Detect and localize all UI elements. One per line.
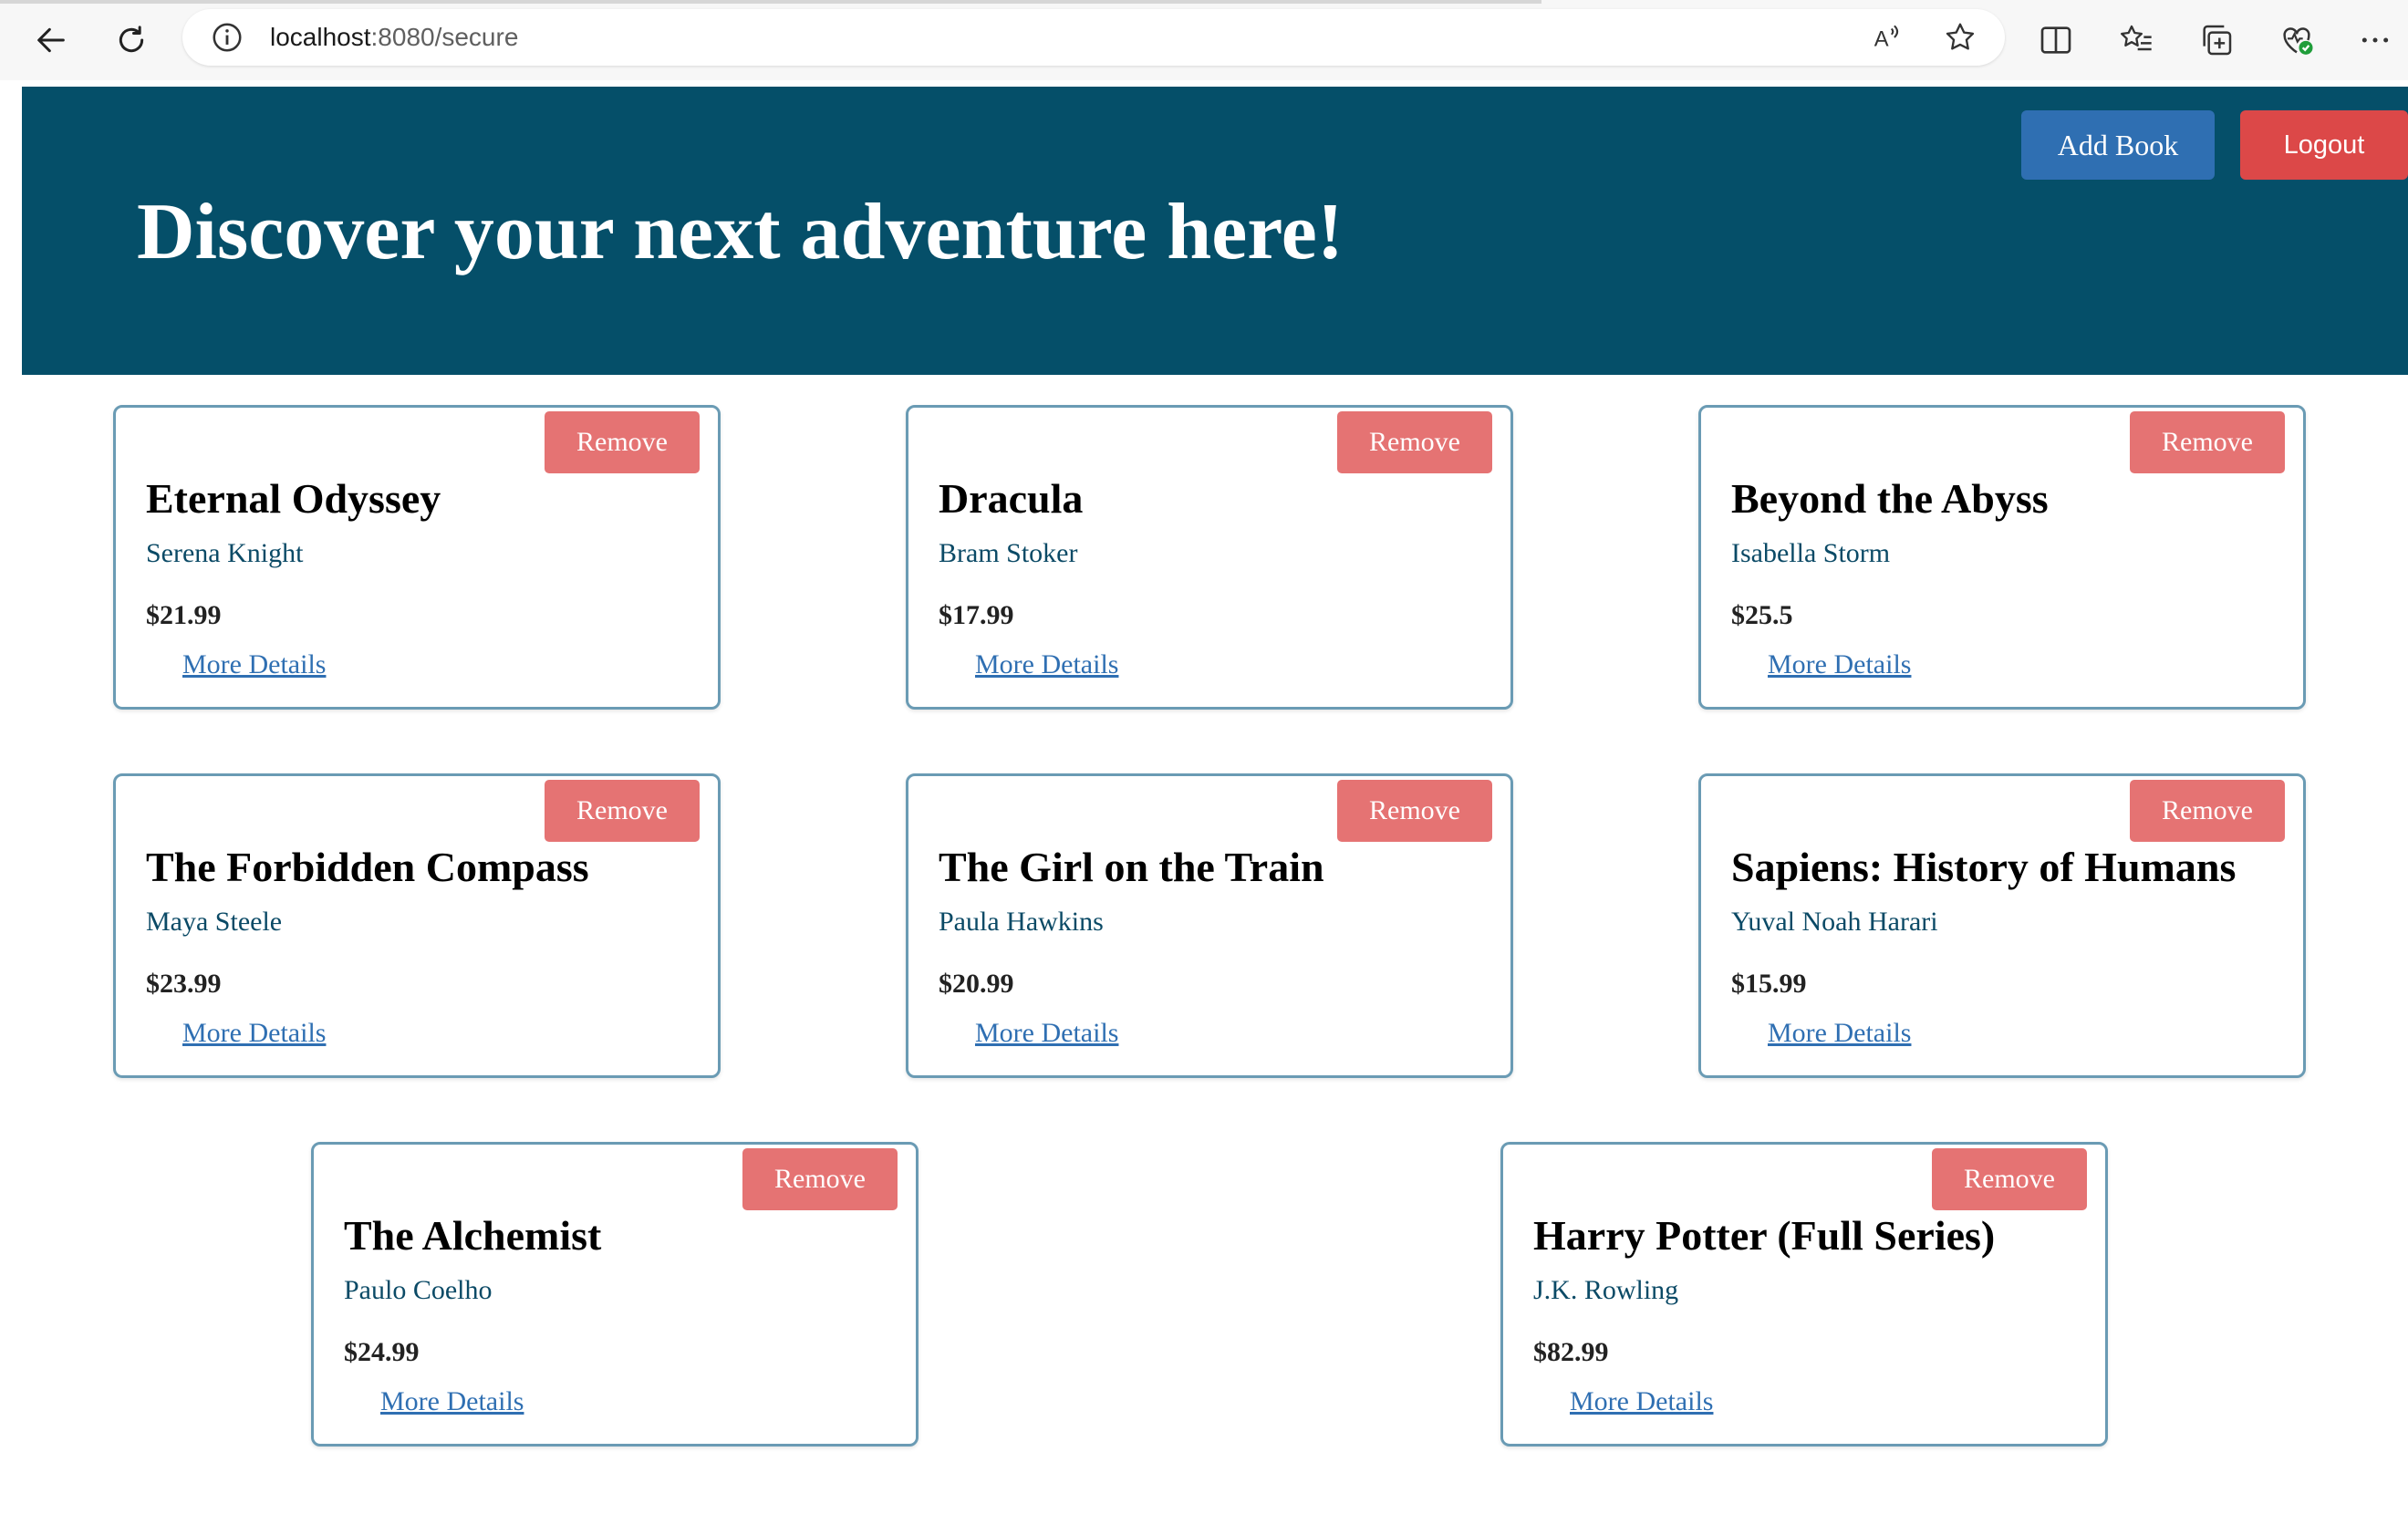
remove-button[interactable]: Remove	[1337, 780, 1492, 842]
split-screen-button[interactable]	[2030, 15, 2081, 66]
hero-header: Discover your next adventure here! Add B…	[22, 87, 2408, 375]
url-text: localhost:8080/secure	[270, 20, 518, 55]
more-details-link[interactable]: More Details	[1768, 1015, 1911, 1052]
more-menu-button[interactable]	[2350, 15, 2401, 66]
more-details-link[interactable]: More Details	[975, 647, 1118, 683]
remove-button[interactable]: Remove	[2130, 780, 2285, 842]
book-author: Maya Steele	[146, 907, 283, 937]
book-author: J.K. Rowling	[1533, 1275, 1679, 1305]
book-price: $25.5	[1731, 600, 1793, 630]
book-author: Paula Hawkins	[939, 907, 1104, 937]
book-price: $20.99	[939, 969, 1014, 999]
book-card: Remove Beyond the Abyss Isabella Storm $…	[1698, 405, 2306, 710]
logout-button[interactable]: Logout	[2240, 110, 2408, 180]
book-card: Remove Harry Potter (Full Series) J.K. R…	[1500, 1142, 2108, 1447]
book-author: Paulo Coelho	[344, 1275, 493, 1305]
page-load-bar	[0, 0, 1541, 4]
book-price: $24.99	[344, 1337, 420, 1367]
remove-button[interactable]: Remove	[545, 780, 700, 842]
book-author: Serena Knight	[146, 538, 304, 568]
book-card: Remove Eternal Odyssey Serena Knight $21…	[113, 405, 721, 710]
remove-button[interactable]: Remove	[742, 1148, 898, 1210]
address-bar[interactable]: localhost:8080/secure A	[182, 9, 2005, 66]
book-price: $17.99	[939, 600, 1014, 630]
book-card: Remove The Alchemist Paulo Coelho $24.99…	[311, 1142, 919, 1447]
remove-button[interactable]: Remove	[545, 411, 700, 473]
book-author: Isabella Storm	[1731, 538, 1891, 568]
back-arrow-icon	[37, 27, 65, 53]
book-price: $82.99	[1533, 1337, 1609, 1367]
url-path: :8080/secure	[370, 23, 519, 51]
favorite-star-icon[interactable]	[1943, 20, 1977, 55]
book-title: The Forbidden Compass	[146, 844, 589, 890]
favorites-list-icon	[2121, 25, 2152, 51]
book-card: Remove Sapiens: History of Humans Yuval …	[1698, 773, 2306, 1078]
book-title: The Alchemist	[344, 1212, 602, 1259]
page-title: Discover your next adventure here!	[137, 188, 1344, 276]
book-title: Eternal Odyssey	[146, 475, 441, 522]
book-card: Remove The Forbidden Compass Maya Steele…	[113, 773, 721, 1078]
more-details-link[interactable]: More Details	[380, 1384, 524, 1420]
more-details-link[interactable]: More Details	[1768, 647, 1911, 683]
info-icon[interactable]	[210, 20, 244, 55]
book-author: Yuval Noah Harari	[1731, 907, 1938, 937]
more-menu-icon	[2361, 37, 2389, 43]
remove-button[interactable]: Remove	[1337, 411, 1492, 473]
book-title: Sapiens: History of Humans	[1731, 844, 2237, 890]
collections-button[interactable]	[2191, 15, 2242, 66]
remove-button[interactable]: Remove	[2130, 411, 2285, 473]
browser-toolbar: localhost:8080/secure A	[0, 0, 2408, 80]
favorites-button[interactable]	[2111, 15, 2162, 66]
more-details-link[interactable]: More Details	[182, 647, 326, 683]
book-title: The Girl on the Train	[939, 844, 1324, 890]
book-author: Bram Stoker	[939, 538, 1078, 568]
read-aloud-icon[interactable]: A	[1870, 20, 1905, 55]
heart-check-icon	[2283, 27, 2313, 55]
book-price: $15.99	[1731, 969, 1807, 999]
refresh-button[interactable]	[106, 15, 157, 66]
add-book-button[interactable]: Add Book	[2021, 110, 2215, 180]
book-price: $21.99	[146, 600, 222, 630]
book-title: Dracula	[939, 475, 1084, 522]
refresh-icon	[119, 26, 144, 53]
browser-essentials-button[interactable]	[2271, 15, 2322, 66]
url-host: localhost	[270, 23, 371, 51]
book-card: Remove Dracula Bram Stoker $17.99 More D…	[906, 405, 1513, 710]
more-details-link[interactable]: More Details	[1570, 1384, 1713, 1420]
more-details-link[interactable]: More Details	[975, 1015, 1118, 1052]
book-title: Harry Potter (Full Series)	[1533, 1212, 1996, 1259]
book-card: Remove The Girl on the Train Paula Hawki…	[906, 773, 1513, 1078]
book-title: Beyond the Abyss	[1731, 475, 2049, 522]
svg-text:A: A	[1874, 27, 1889, 52]
book-price: $23.99	[146, 969, 222, 999]
split-screen-icon	[2040, 26, 2071, 54]
collections-icon	[2203, 25, 2232, 56]
remove-button[interactable]: Remove	[1932, 1148, 2087, 1210]
back-button[interactable]	[26, 15, 77, 66]
more-details-link[interactable]: More Details	[182, 1015, 326, 1052]
